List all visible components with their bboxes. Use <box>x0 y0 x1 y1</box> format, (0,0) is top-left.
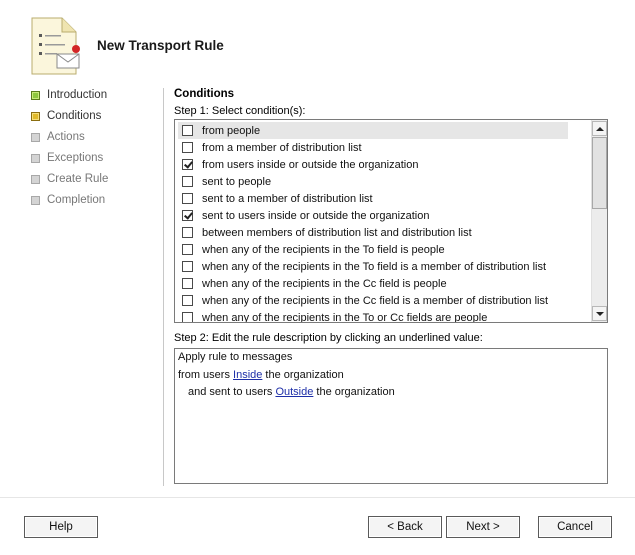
condition-item[interactable]: from people <box>178 122 568 139</box>
condition-label: sent to users inside or outside the orga… <box>202 209 430 222</box>
description-text: Apply rule to messages <box>178 351 293 363</box>
step-label: Conditions <box>47 110 102 122</box>
step-conditions: Conditions <box>31 108 101 124</box>
condition-checkbox[interactable] <box>182 244 193 255</box>
condition-item[interactable]: when any of the recipients in the To fie… <box>175 241 591 258</box>
condition-label: when any of the recipients in the Cc fie… <box>202 277 447 290</box>
condition-item[interactable]: from users inside or outside the organiz… <box>175 156 591 173</box>
scroll-up-button[interactable] <box>592 121 607 136</box>
arrow-up-icon <box>595 126 604 131</box>
condition-checkbox[interactable] <box>182 278 193 289</box>
step-completion: Completion <box>31 192 105 208</box>
step-label: Actions <box>47 131 85 143</box>
condition-label: when any of the recipients in the To fie… <box>202 243 445 256</box>
scroll-down-button[interactable] <box>592 306 607 321</box>
conditions-listbox[interactable]: from people from a member of distribution… <box>174 119 608 323</box>
condition-checkbox[interactable] <box>182 210 193 221</box>
condition-item[interactable]: sent to people <box>175 173 591 190</box>
next-button[interactable]: Next > <box>446 516 520 538</box>
step1-label: Step 1: Select condition(s): <box>174 105 306 117</box>
help-button[interactable]: Help <box>24 516 98 538</box>
step-exceptions: Exceptions <box>31 150 103 166</box>
step-label: Exceptions <box>47 152 104 164</box>
step2-label: Step 2: Edit the rule description by cli… <box>174 332 483 344</box>
step-label: Completion <box>47 194 106 206</box>
conditions-scrollbar[interactable] <box>591 120 607 322</box>
scroll-thumb[interactable] <box>592 137 607 209</box>
condition-label: when any of the recipients in the Cc fie… <box>202 294 549 307</box>
condition-label: from people <box>202 124 261 137</box>
inside-link[interactable]: Inside <box>233 369 262 381</box>
rule-description-box: Apply rule to messages from users Inside… <box>174 348 608 484</box>
back-button[interactable]: < Back <box>368 516 442 538</box>
description-line: Apply rule to messages <box>178 351 292 363</box>
wizard-title: New Transport Rule <box>97 38 224 53</box>
step-label: Introduction <box>47 89 108 101</box>
description-text: the organization <box>262 369 344 381</box>
step-status-icon <box>31 111 40 121</box>
description-text: and sent to users <box>188 386 276 398</box>
condition-checkbox[interactable] <box>182 159 193 170</box>
condition-list: from people from a member of distribution… <box>175 120 591 322</box>
step-actions: Actions <box>31 129 85 145</box>
nav-divider <box>163 88 164 486</box>
condition-label: when any of the recipients in the To fie… <box>202 260 547 273</box>
condition-label: sent to people <box>202 175 272 188</box>
step-status-icon <box>31 132 40 142</box>
step-status-icon <box>31 153 40 163</box>
description-text: from users <box>178 369 234 381</box>
step-label: Create Rule <box>47 173 109 185</box>
step-status-icon <box>31 90 40 100</box>
condition-label: between members of distribution list and… <box>202 226 472 239</box>
arrow-down-icon <box>595 311 604 316</box>
section-title: Conditions <box>174 88 235 100</box>
condition-item[interactable]: when any of the recipients in the Cc fie… <box>175 292 591 309</box>
condition-label: from a member of distribution list <box>202 141 362 154</box>
condition-checkbox[interactable] <box>182 193 193 204</box>
outside-link[interactable]: Outside <box>275 386 313 398</box>
condition-item[interactable]: when any of the recipients in the Cc fie… <box>175 275 591 292</box>
condition-checkbox[interactable] <box>182 176 193 187</box>
condition-checkbox[interactable] <box>182 142 193 153</box>
condition-item[interactable]: from a member of distribution list <box>175 139 591 156</box>
description-text: the organization <box>313 386 395 398</box>
condition-item[interactable]: sent to a member of distribution list <box>175 190 591 207</box>
description-line: and sent to users Outside the organizati… <box>188 386 395 398</box>
condition-checkbox[interactable] <box>182 227 193 238</box>
condition-item[interactable]: when any of the recipients in the To or … <box>175 309 591 322</box>
condition-label: sent to a member of distribution list <box>202 192 373 205</box>
step-introduction: Introduction <box>31 87 107 103</box>
cancel-button[interactable]: Cancel <box>538 516 612 538</box>
condition-label: when any of the recipients in the To or … <box>202 311 488 323</box>
step-status-icon <box>31 195 40 205</box>
condition-checkbox[interactable] <box>182 125 193 136</box>
condition-checkbox[interactable] <box>182 261 193 272</box>
condition-checkbox[interactable] <box>182 295 193 306</box>
condition-label: from users inside or outside the organiz… <box>202 158 419 171</box>
footer-divider <box>0 497 635 498</box>
condition-item[interactable]: sent to users inside or outside the orga… <box>175 207 591 224</box>
document-rule-icon <box>26 14 84 78</box>
condition-item[interactable]: when any of the recipients in the To fie… <box>175 258 591 275</box>
new-transport-rule-wizard: New Transport Rule Introduction Condition… <box>0 0 635 555</box>
step-create-rule: Create Rule <box>31 171 108 187</box>
condition-item[interactable]: between members of distribution list and… <box>175 224 591 241</box>
condition-checkbox[interactable] <box>182 312 193 322</box>
step-status-icon <box>31 174 40 184</box>
description-line: from users Inside the organization <box>178 369 344 381</box>
